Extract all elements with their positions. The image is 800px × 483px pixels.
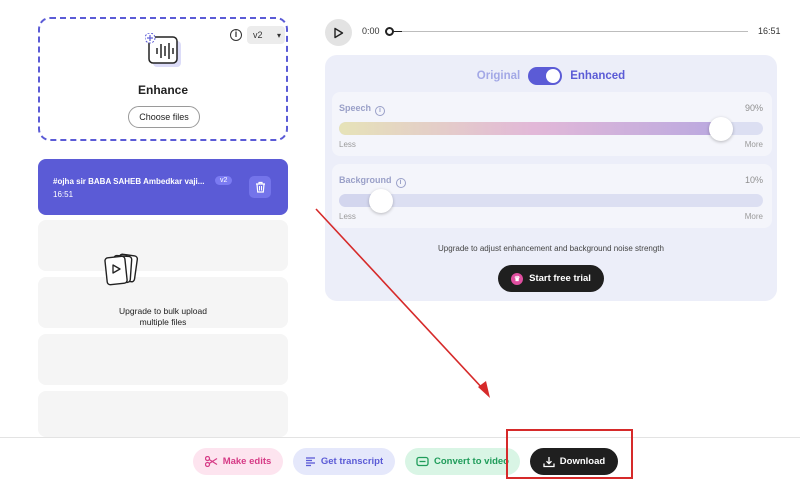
upload-dropzone[interactable]: i v2 ▾ Enhance Choose files	[38, 17, 288, 141]
file-list-item-selected[interactable]: #ojha sir BABA SAHEB Ambedkar vaji... v2…	[38, 159, 288, 215]
bulk-upload-line: Upgrade to bulk upload	[119, 306, 207, 316]
speech-slider-thumb[interactable]	[708, 117, 733, 141]
convert-to-video-label: Convert to video	[434, 456, 509, 467]
bulk-upload-line: multiple files	[139, 317, 187, 327]
original-label[interactable]: Original	[477, 70, 520, 82]
get-transcript-label: Get transcript	[320, 456, 384, 467]
crown-icon: ♛	[511, 272, 524, 285]
toggle-knob	[546, 69, 561, 83]
background-value: 10%	[744, 175, 763, 185]
get-transcript-button[interactable]: Get transcript	[293, 448, 395, 475]
enhanced-label[interactable]: Enhanced	[570, 70, 625, 82]
choose-files-button[interactable]: Choose files	[128, 106, 200, 128]
upgrade-note: Upgrade to adjust enhancement and backgr…	[438, 244, 664, 253]
upload-title: Enhance	[137, 83, 188, 97]
speech-slider-card: Speech i 90% Less More	[332, 92, 772, 156]
current-time: 0:00	[362, 26, 380, 36]
bottom-action-bar	[0, 437, 800, 483]
file-slot-empty	[38, 334, 288, 385]
audio-wave-upload-icon	[145, 33, 181, 67]
file-duration: 16:51	[53, 190, 74, 199]
speech-more-label: More	[744, 140, 763, 149]
start-free-trial-button[interactable]: ♛ Start free trial	[498, 265, 604, 292]
info-icon[interactable]: i	[230, 29, 242, 41]
total-time: 16:51	[758, 26, 781, 36]
app-page: i v2 ▾ Enhance Choose files #ojha sir BA…	[0, 0, 800, 483]
speech-slider-fill	[339, 122, 729, 135]
background-less-label: Less	[339, 212, 356, 221]
speech-slider-track[interactable]	[339, 122, 763, 135]
background-label: Background i	[339, 175, 406, 188]
background-slider-track[interactable]	[339, 194, 763, 207]
trash-icon	[255, 181, 265, 193]
make-edits-label: Make edits	[222, 456, 272, 467]
play-button[interactable]	[325, 19, 352, 46]
speech-label-text: Speech	[339, 103, 372, 113]
speech-value: 90%	[744, 103, 763, 113]
trial-label: Start free trial	[529, 273, 591, 284]
annotation-highlight-box	[506, 429, 633, 479]
file-version-badge: v2	[215, 176, 233, 185]
scissors-icon	[204, 456, 218, 467]
convert-to-video-button[interactable]: Convert to video	[405, 448, 520, 475]
video-icon	[416, 456, 429, 467]
background-slider-thumb[interactable]	[369, 189, 394, 213]
make-edits-button[interactable]: Make edits	[193, 448, 283, 475]
file-slot-empty	[38, 220, 288, 271]
delete-file-button[interactable]	[249, 176, 271, 198]
text-lines-icon	[305, 457, 315, 467]
video-files-icon	[104, 253, 139, 286]
speech-label: Speech i	[339, 103, 386, 116]
chevron-down-icon: ▾	[276, 30, 281, 40]
background-more-label: More	[744, 212, 763, 221]
original-enhanced-toggle-row: Original Enhanced	[325, 67, 777, 85]
speech-less-label: Less	[339, 140, 356, 149]
enhancement-panel: Original Enhanced Speech i 90% Less More …	[325, 55, 777, 301]
info-icon[interactable]: i	[375, 106, 386, 116]
file-name: #ojha sir BABA SAHEB Ambedkar vaji...	[53, 177, 205, 186]
seek-handle[interactable]	[385, 27, 394, 36]
background-label-text: Background	[339, 175, 392, 185]
background-slider-card: Background i 10% Less More	[332, 164, 772, 228]
version-select[interactable]: v2 ▾	[247, 26, 285, 44]
file-slot-empty	[38, 391, 288, 437]
play-icon	[334, 27, 344, 38]
seek-track[interactable]	[390, 31, 748, 32]
info-icon[interactable]: i	[395, 178, 406, 188]
enhance-toggle[interactable]	[528, 67, 563, 85]
version-value: v2	[253, 30, 263, 40]
seek-progress	[394, 31, 402, 32]
bulk-upload-note: Upgrade to bulk upload multiple files	[38, 306, 288, 328]
